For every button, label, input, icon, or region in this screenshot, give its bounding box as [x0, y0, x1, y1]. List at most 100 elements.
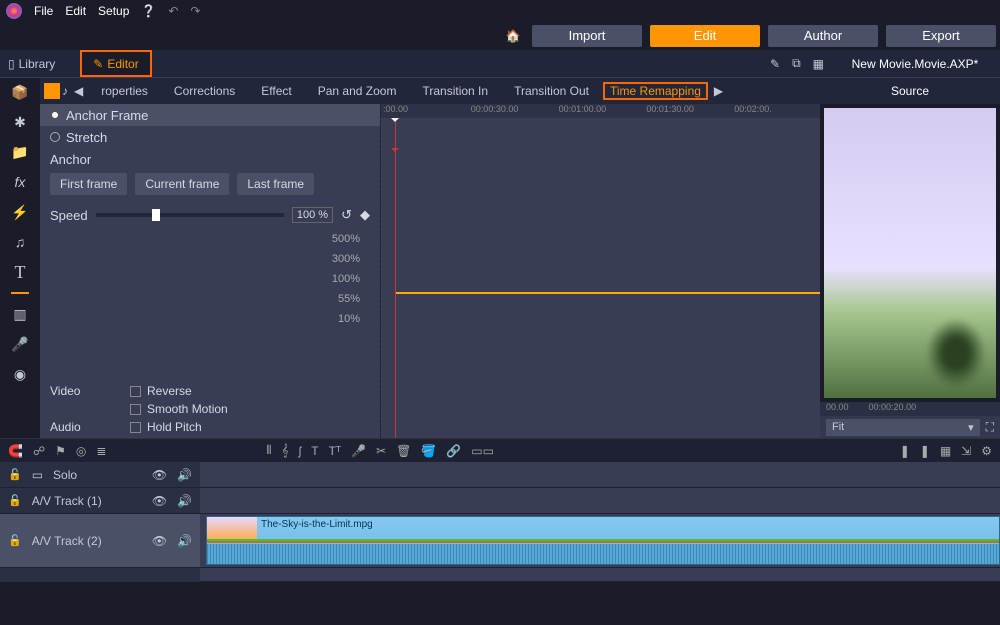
eye-icon[interactable]: 👁 — [152, 494, 167, 508]
track-label[interactable]: A/V Track (2) — [32, 534, 142, 548]
in-icon[interactable]: ❚ — [900, 444, 910, 458]
preview-timecodes: 00.00 00:00:20.00 — [820, 402, 1000, 416]
subtab-transition-out[interactable]: Transition Out — [502, 84, 601, 98]
lock-icon[interactable]: 🔓 — [8, 468, 22, 481]
track-label[interactable]: A/V Track (1) — [32, 494, 142, 508]
clip-name: The-Sky-is-the-Limit.mpg — [261, 519, 373, 530]
track-lane[interactable] — [200, 462, 1000, 487]
track-label[interactable]: Solo — [53, 468, 142, 482]
tab-import[interactable]: Import — [532, 25, 642, 47]
grid-icon[interactable]: ▦ — [813, 57, 824, 71]
help-icon[interactable]: ❔ — [141, 4, 156, 18]
subtab-transition-in[interactable]: Transition In — [410, 84, 500, 98]
redo-icon[interactable]: ↷ — [190, 4, 200, 18]
fit-dropdown[interactable]: Fit ▾ — [826, 419, 980, 436]
slider-thumb[interactable] — [152, 209, 160, 221]
library-button[interactable]: ▯ Library — [0, 57, 80, 71]
wand-icon[interactable]: ✎ — [770, 57, 780, 71]
subtab-time-remapping[interactable]: Time Remapping — [603, 82, 708, 100]
speed-value[interactable]: 100 % — [292, 207, 333, 223]
radio-stretch[interactable]: Stretch — [50, 126, 370, 148]
first-frame-button[interactable]: First frame — [50, 173, 127, 195]
subtab-corrections[interactable]: Corrections — [162, 84, 247, 98]
out-icon[interactable]: ❚ — [920, 444, 930, 458]
subtab-effect[interactable]: Effect — [249, 84, 303, 98]
current-frame-button[interactable]: Current frame — [135, 173, 229, 195]
copy-icon[interactable]: ⧉ — [792, 56, 801, 71]
settings-icon[interactable]: ⚙ — [981, 444, 992, 458]
note-icon[interactable]: ♪ — [62, 84, 68, 98]
timeline-toolbar: 🧲 ☍ ⚑ ◎ ≣ ⫴ 𝄞 ʃ T Tᵀ 🎤 ✂ 🗑 🪣 🔗 ▭▭ ❚ ❚ ▦ … — [0, 438, 1000, 462]
menu-file[interactable]: File — [34, 4, 53, 18]
eye-icon[interactable]: 👁 — [152, 468, 167, 482]
speed-graph[interactable]: :00.00 00:00:30.00 00:01:00.00 00:01:30.… — [380, 104, 820, 438]
last-frame-button[interactable]: Last frame — [237, 173, 314, 195]
marker-tool-icon[interactable]: ⚑ — [55, 444, 66, 458]
preview-t1: 00.00 — [826, 402, 849, 416]
grid2-icon[interactable]: ▦ — [940, 444, 951, 458]
undo-icon[interactable]: ↶ — [168, 4, 178, 18]
keyframe-icon[interactable]: ◆ — [360, 207, 370, 223]
radio-off-icon — [50, 132, 60, 142]
bucket-icon[interactable]: 🪣 — [421, 444, 436, 458]
gear-icon[interactable]: ✱ — [8, 112, 32, 132]
lock-icon[interactable]: 🔓 — [8, 534, 22, 547]
disc-icon[interactable]: ◉ — [8, 364, 32, 384]
speed-slider[interactable] — [96, 213, 284, 217]
time-mark: 00:02:00. — [732, 104, 820, 118]
radio-anchor-frame[interactable]: Anchor Frame — [40, 104, 380, 126]
reverse-checkbox[interactable]: Reverse — [130, 384, 370, 398]
playhead-marker[interactable] — [395, 118, 396, 438]
text-icon[interactable]: T — [8, 262, 32, 282]
text-tool-icon[interactable]: T — [311, 444, 318, 458]
text2-icon[interactable]: Tᵀ — [329, 444, 342, 458]
speaker-icon[interactable]: 🔊 — [177, 468, 192, 482]
folder-icon[interactable]: 📁 — [8, 142, 32, 162]
menu-setup[interactable]: Setup — [98, 4, 129, 18]
cut-icon[interactable]: ✂ — [376, 444, 386, 458]
mic-icon[interactable]: 🎤 — [351, 444, 366, 458]
speaker-icon[interactable]: 🔊 — [177, 534, 192, 548]
checkbox-icon — [130, 404, 141, 415]
smooth-checkbox[interactable]: Smooth Motion — [130, 402, 370, 416]
home-button[interactable]: 🏠 — [498, 29, 528, 43]
clip-waveform — [207, 544, 999, 564]
track-lane[interactable] — [200, 488, 1000, 513]
subtab-properties[interactable]: roperties — [89, 84, 160, 98]
piano-icon[interactable]: ▥ — [8, 304, 32, 324]
lock-icon[interactable]: 🔓 — [8, 494, 22, 507]
bolt-icon[interactable]: ⚡ — [8, 202, 32, 222]
bin-icon[interactable]: 📦 — [8, 82, 32, 102]
track-lane[interactable]: The-Sky-is-the-Limit.mpg — [200, 514, 1000, 567]
track-type-icon[interactable]: ▭ — [32, 468, 43, 482]
tab-edit[interactable]: Edit — [650, 25, 760, 47]
fullscreen-icon[interactable]: ⛶ — [986, 420, 994, 435]
link-icon[interactable]: 🔗 — [446, 444, 461, 458]
layers-icon[interactable]: ≣ — [96, 444, 106, 458]
scroll-left-icon[interactable]: ◀ — [70, 84, 87, 98]
editor-button[interactable]: ✎ Editor — [80, 50, 152, 77]
eye-icon[interactable]: 👁 — [152, 534, 167, 548]
speaker-icon[interactable]: 🔊 — [177, 494, 192, 508]
treble-icon[interactable]: 𝄞 — [281, 443, 288, 458]
clip-icon[interactable] — [44, 83, 60, 99]
video-clip[interactable]: The-Sky-is-the-Limit.mpg — [206, 516, 1000, 565]
trash-icon[interactable]: 🗑 — [396, 444, 411, 458]
magnet-icon[interactable]: 🧲 — [8, 444, 23, 458]
subtab-panzoom[interactable]: Pan and Zoom — [306, 84, 409, 98]
scroll-right-icon[interactable]: ▶ — [710, 84, 727, 98]
fit-icon[interactable]: ⇲ — [961, 444, 971, 458]
levels-icon[interactable]: ⫴ — [266, 443, 271, 458]
music-icon[interactable]: ♫ — [8, 232, 32, 252]
tab-author[interactable]: Author — [768, 25, 878, 47]
tab-export[interactable]: Export — [886, 25, 996, 47]
target-icon[interactable]: ◎ — [76, 444, 86, 458]
holdpitch-checkbox[interactable]: Hold Pitch — [130, 420, 370, 434]
fx-icon[interactable]: fx — [8, 172, 32, 192]
frames-icon[interactable]: ▭▭ — [471, 444, 494, 458]
audio-icon[interactable]: 🎤 — [8, 334, 32, 354]
tool-icon[interactable]: ☍ — [33, 444, 45, 458]
s-icon[interactable]: ʃ — [299, 444, 302, 458]
menu-edit[interactable]: Edit — [65, 4, 86, 18]
reset-icon[interactable]: ↺ — [341, 207, 352, 223]
